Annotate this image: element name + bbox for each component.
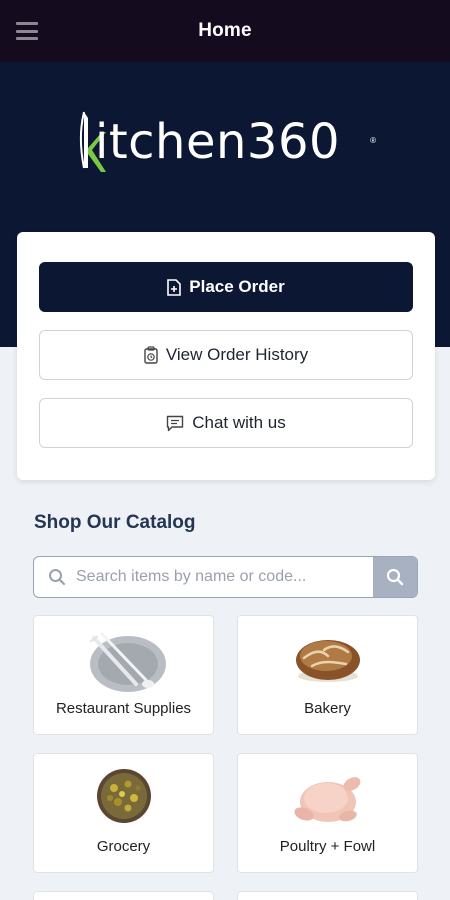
clipboard-clock-icon (144, 346, 158, 364)
chat-with-us-button[interactable]: Chat with us (39, 398, 413, 448)
category-tile-grocery[interactable]: Grocery (33, 753, 214, 873)
category-label: Restaurant Supplies (55, 700, 192, 717)
spice-bowl-image (96, 769, 151, 823)
raw-chicken-image (293, 777, 360, 822)
bread-loaf-image (295, 640, 360, 682)
place-order-label: Place Order (189, 277, 285, 296)
category-tile-restaurant-supplies[interactable]: Restaurant Supplies (33, 615, 214, 735)
chat-with-us-label: Chat with us (192, 413, 286, 432)
search-input[interactable] (34, 557, 374, 597)
category-tile-poultry-fowl[interactable]: Poultry + Fowl (237, 753, 418, 873)
view-order-history-label: View Order History (165, 345, 309, 364)
chat-bubble-icon (166, 415, 184, 432)
category-tile-bakery[interactable]: Bakery (237, 615, 418, 735)
search-icon (386, 568, 404, 586)
category-label: Grocery (96, 838, 151, 855)
page-title: Home (198, 20, 252, 41)
plate-cutlery-image (88, 632, 166, 692)
kitchen360-logo: itchen360 ® (78, 108, 378, 184)
category-tile-partial[interactable] (33, 891, 214, 900)
document-plus-icon (167, 278, 182, 296)
hamburger-menu-icon[interactable] (16, 22, 38, 40)
category-label: Bakery (304, 700, 351, 717)
category-tile-partial[interactable] (237, 891, 418, 900)
catalog-search-bar (33, 556, 418, 598)
place-order-button[interactable]: Place Order (39, 262, 413, 312)
quick-actions-card: Place Order View Order History Chat with… (17, 232, 435, 480)
catalog-section-title: Shop Our Catalog (34, 512, 196, 533)
category-label: Poultry + Fowl (279, 838, 376, 855)
app-bar: Home (0, 0, 450, 62)
trademark-symbol: ® (370, 136, 376, 145)
search-button[interactable] (373, 557, 417, 597)
view-order-history-button[interactable]: View Order History (39, 330, 413, 380)
logo-wordmark: itchen360 (95, 114, 341, 170)
